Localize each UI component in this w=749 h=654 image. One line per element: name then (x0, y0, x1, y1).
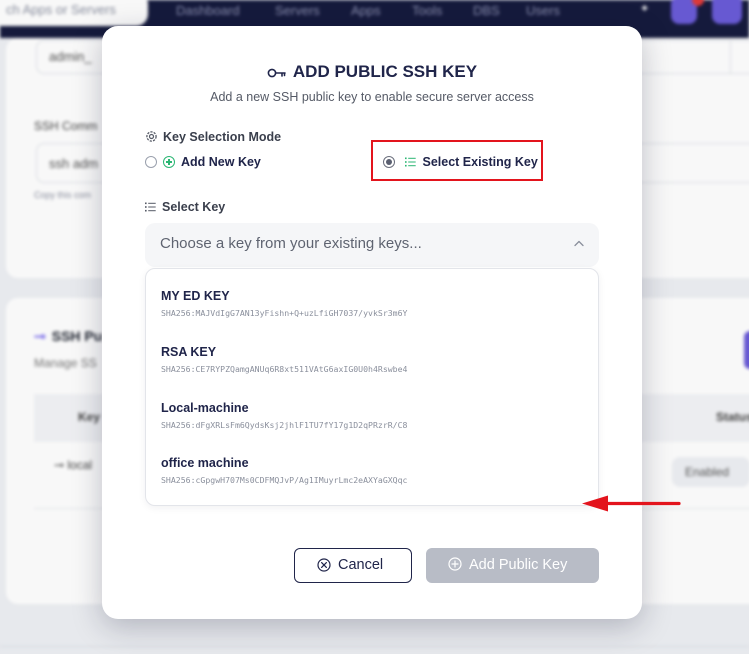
key-option[interactable]: MY ED KEY SHA256:MAJVdIgG7AN13yFishn+Q+u… (146, 289, 600, 345)
list-icon (405, 157, 417, 167)
cancel-button-label: Cancel (338, 557, 384, 573)
add-public-key-button[interactable]: Add Public Key (426, 548, 599, 583)
annotation-arrow (582, 495, 681, 512)
cancel-button[interactable]: Cancel (294, 548, 412, 583)
close-circle-icon (317, 558, 331, 572)
plus-circle-icon (163, 156, 175, 168)
modal-subtitle: Add a new SSH public key to enable secur… (210, 90, 534, 104)
key-option-fingerprint: SHA256:MAJVdIgG7AN13yFishn+Q+uzLfiGH7037… (161, 308, 408, 318)
radio-unchecked-icon[interactable] (145, 156, 157, 168)
key-option-name: Local-machine (161, 401, 249, 415)
radio-select-existing-key[interactable]: Select Existing Key (383, 155, 538, 169)
modal-title: ADD PUBLIC SSH KEY (102, 62, 642, 82)
key-option-name: RSA KEY (161, 345, 217, 359)
key-option-name: MY ED KEY (161, 289, 230, 303)
chevron-up-icon[interactable] (574, 240, 584, 247)
add-ssh-key-modal: ADD PUBLIC SSH KEY Add a new SSH public … (102, 26, 681, 619)
add-public-key-button-label: Add Public Key (469, 557, 568, 573)
key-option-fingerprint: SHA256:cGpgwH707Ms0CDFMQJvP/Ag1IMuyrLmc2… (161, 475, 408, 485)
key-option-fingerprint: SHA256:dFgXRLsFm6QydsKsj2jhlF1TU7fY17g1D… (161, 420, 408, 430)
key-select-dropdown[interactable]: Choose a key from your existing keys... (145, 223, 599, 267)
plus-circle-icon (448, 557, 462, 571)
list-icon (145, 202, 156, 212)
select-key-label: Select Key (145, 200, 225, 214)
key-icon (267, 68, 286, 78)
key-option-name: office machine (161, 456, 249, 470)
key-selection-mode-label: Key Selection Mode (145, 130, 281, 144)
radio-checked-icon[interactable] (383, 156, 395, 168)
key-option[interactable]: office machine SHA256:cGpgwH707Ms0CDFMQJ… (146, 456, 600, 512)
key-options-list: MY ED KEY SHA256:MAJVdIgG7AN13yFishn+Q+u… (145, 268, 599, 506)
radio-add-new-key[interactable]: Add New Key (145, 155, 261, 169)
key-option[interactable]: RSA KEY SHA256:CE7RYPZQamgANUq6R8xt511VA… (146, 345, 600, 401)
key-option-fingerprint: SHA256:CE7RYPZQamgANUq6R8xt511VAtG6axIG0… (161, 364, 408, 374)
key-option[interactable]: Local-machine SHA256:dFgXRLsFm6QydsKsj2j… (146, 401, 600, 457)
gear-icon (146, 131, 157, 142)
